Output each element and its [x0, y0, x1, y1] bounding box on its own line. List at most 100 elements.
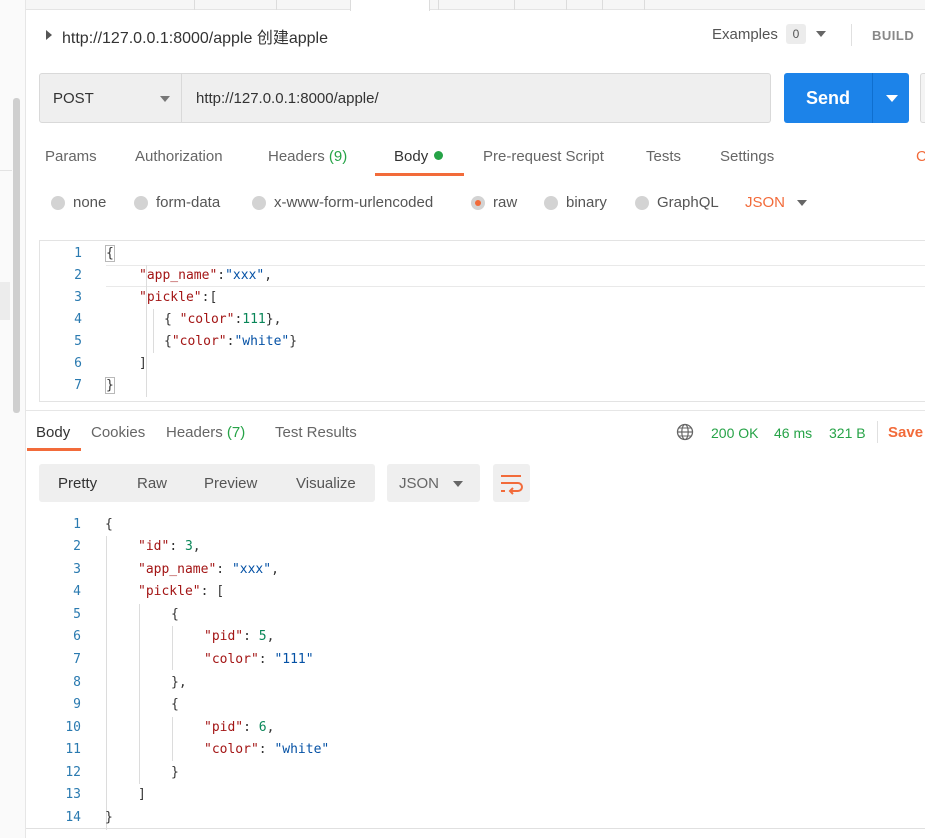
line-number: 10 — [65, 720, 81, 735]
line-number: 4 — [73, 584, 81, 599]
response-format-select[interactable]: JSON — [387, 464, 480, 502]
save-response-button[interactable]: Save — [888, 424, 923, 441]
tab-pre-request-script[interactable]: Pre-request Script — [483, 148, 604, 165]
send-button[interactable]: Send — [784, 73, 872, 123]
sidebar-selected-item[interactable] — [0, 282, 10, 320]
wrap-lines-button[interactable] — [493, 464, 530, 502]
tab-divider — [514, 0, 515, 10]
request-tab-strip — [26, 0, 925, 11]
radio-icon — [544, 196, 558, 210]
line-number: 1 — [74, 246, 82, 261]
response-tab-headers-count: (7) — [226, 424, 246, 441]
response-body-viewer[interactable]: 1 2 3 4 5 6 7 8 9 10 11 12 13 14 { "id":… — [26, 512, 925, 832]
request-title[interactable]: http://127.0.0.1:8000/apple 创建apple — [62, 24, 328, 48]
request-body-editor[interactable]: 1 2 3 4 5 6 7 { "app_name":"xxx", "pickl… — [39, 240, 925, 402]
response-tab-cookies[interactable]: Cookies — [91, 424, 145, 441]
tab-tests[interactable]: Tests — [646, 148, 681, 165]
build-button[interactable]: BUILD — [872, 28, 914, 43]
chevron-down-icon[interactable] — [797, 200, 807, 206]
code-line: }, — [171, 675, 187, 690]
code-line: "pickle": [ — [138, 584, 225, 599]
divider — [851, 24, 852, 46]
url-input[interactable] — [182, 73, 771, 123]
radio-label: form-data — [156, 194, 221, 211]
body-indicator-dot — [434, 151, 444, 160]
response-tab-body[interactable]: Body — [36, 424, 70, 441]
save-request-button[interactable] — [920, 73, 925, 123]
radio-label: none — [73, 194, 107, 211]
response-tab-headers[interactable]: Headers (7) — [166, 424, 245, 441]
line-number: 3 — [74, 290, 82, 305]
line-number: 14 — [65, 810, 81, 825]
tab-divider — [194, 0, 195, 10]
code-line: "pickle":[ — [139, 290, 218, 305]
cookies-link[interactable]: C — [916, 148, 925, 165]
code-line: } — [171, 765, 179, 780]
response-size[interactable]: 321 B — [829, 425, 866, 441]
divider — [26, 410, 925, 411]
active-tab-underline — [375, 173, 464, 176]
tab-authorization[interactable]: Authorization — [135, 148, 223, 165]
indent-guide — [106, 536, 107, 830]
code-line: { — [171, 607, 179, 622]
divider — [26, 828, 925, 829]
indent-guide — [139, 604, 140, 784]
tab-headers-count: (9) — [328, 148, 348, 165]
line-number: 3 — [73, 562, 81, 577]
sidebar — [0, 0, 26, 838]
response-tab-test-results[interactable]: Test Results — [275, 424, 357, 441]
tab-headers-label: Headers — [268, 148, 325, 165]
tab-params[interactable]: Params — [45, 148, 97, 165]
line-number: 12 — [65, 765, 81, 780]
view-preview-button[interactable]: Preview — [204, 475, 257, 492]
radio-label: binary — [566, 194, 607, 211]
indent-guide — [153, 309, 154, 353]
code-line: "app_name":"xxx", — [139, 268, 273, 283]
code-line: } — [105, 377, 115, 394]
line-number: 7 — [73, 652, 81, 667]
code-line: "color": "white" — [204, 742, 330, 757]
tab-headers[interactable]: Headers (9) — [268, 148, 347, 165]
sidebar-scrollbar[interactable] — [13, 98, 20, 413]
radio-icon — [51, 196, 65, 210]
code-line: ] — [139, 356, 147, 371]
response-time[interactable]: 46 ms — [774, 425, 812, 441]
examples-dropdown-icon[interactable] — [816, 31, 826, 37]
view-raw-button[interactable]: Raw — [137, 475, 167, 492]
radio-icon — [134, 196, 148, 210]
globe-icon[interactable] — [676, 423, 694, 441]
view-visualize-button[interactable]: Visualize — [296, 475, 356, 492]
examples-label[interactable]: Examples — [712, 26, 778, 43]
chevron-down-icon — [160, 96, 170, 102]
body-format-select[interactable]: JSON — [745, 194, 785, 211]
line-number: 8 — [73, 675, 81, 690]
tab-divider — [602, 0, 603, 10]
line-number: 6 — [74, 356, 82, 371]
radio-icon — [252, 196, 266, 210]
tab-body[interactable]: Body — [394, 148, 444, 165]
code-line: ] — [138, 787, 146, 802]
line-number: 9 — [73, 697, 81, 712]
tab-divider — [438, 0, 439, 10]
expand-caret-icon[interactable] — [46, 30, 52, 40]
tab-body-label: Body — [394, 148, 429, 165]
response-view-switcher: Pretty Raw Preview Visualize — [39, 464, 375, 502]
response-tab-headers-label: Headers — [166, 424, 223, 441]
indent-guide — [172, 626, 173, 670]
radio-label: raw — [493, 194, 518, 211]
method-select[interactable]: POST — [39, 73, 182, 123]
line-number: 2 — [73, 539, 81, 554]
line-number: 6 — [73, 629, 81, 644]
method-label: POST — [53, 90, 94, 107]
code-line: { "color":111}, — [164, 312, 282, 327]
wrap-lines-icon — [501, 475, 523, 495]
tab-settings[interactable]: Settings — [720, 148, 774, 165]
divider — [877, 421, 878, 443]
send-options-button[interactable] — [872, 73, 909, 123]
view-pretty-button[interactable]: Pretty — [58, 475, 97, 492]
code-line: "id": 3, — [138, 539, 201, 554]
code-line: {"color":"white"} — [164, 334, 298, 349]
chevron-down-icon — [886, 95, 898, 102]
status-code[interactable]: 200 OK — [711, 425, 758, 441]
active-tab-underline — [27, 448, 81, 451]
